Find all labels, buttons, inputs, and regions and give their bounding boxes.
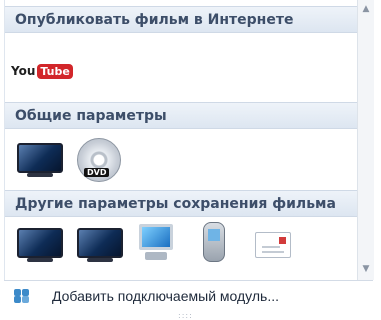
phone-screen [208, 229, 220, 241]
dvd-badge: DVD [84, 168, 110, 177]
mail-line [262, 246, 280, 248]
monitor-icon[interactable] [17, 143, 63, 177]
mobile-phone-icon[interactable] [203, 222, 225, 262]
add-plugin-row[interactable]: Добавить подключаемый модуль... [4, 280, 373, 311]
puzzle-piece-icon [14, 289, 30, 303]
mail-line [262, 251, 284, 253]
scroll-up-arrow-icon[interactable]: ▲ [358, 2, 374, 16]
computer-icon[interactable] [139, 224, 179, 264]
vertical-scrollbar[interactable]: ▲ ▼ [357, 0, 374, 280]
section-title: Общие параметры [15, 107, 167, 124]
section-header-other-settings: Другие параметры сохранения фильма [5, 190, 357, 217]
youtube-logo-icon[interactable]: You Tube [11, 62, 73, 80]
mail-stamp [279, 237, 286, 244]
section-title: Другие параметры сохранения фильма [15, 195, 336, 212]
section-header-common-settings: Общие параметры [5, 102, 357, 129]
scroll-down-arrow-icon[interactable]: ▼ [358, 262, 374, 276]
resize-grip-icon: :::: [178, 311, 193, 320]
add-plugin-link[interactable]: Добавить подключаемый модуль... [52, 288, 279, 304]
monitor-icon[interactable] [77, 228, 123, 262]
dvd-disc-icon[interactable]: DVD [77, 138, 121, 182]
computer-base [145, 252, 167, 260]
computer-screen [139, 224, 173, 250]
section-header-publish-online: Опубликовать фильм в Интернете [5, 6, 357, 33]
monitor-icon[interactable] [17, 228, 63, 262]
email-icon[interactable] [255, 232, 291, 258]
section-title: Опубликовать фильм в Интернете [15, 11, 294, 28]
save-movie-options-panel: Опубликовать фильм в Интернете You Tube О… [4, 0, 357, 280]
